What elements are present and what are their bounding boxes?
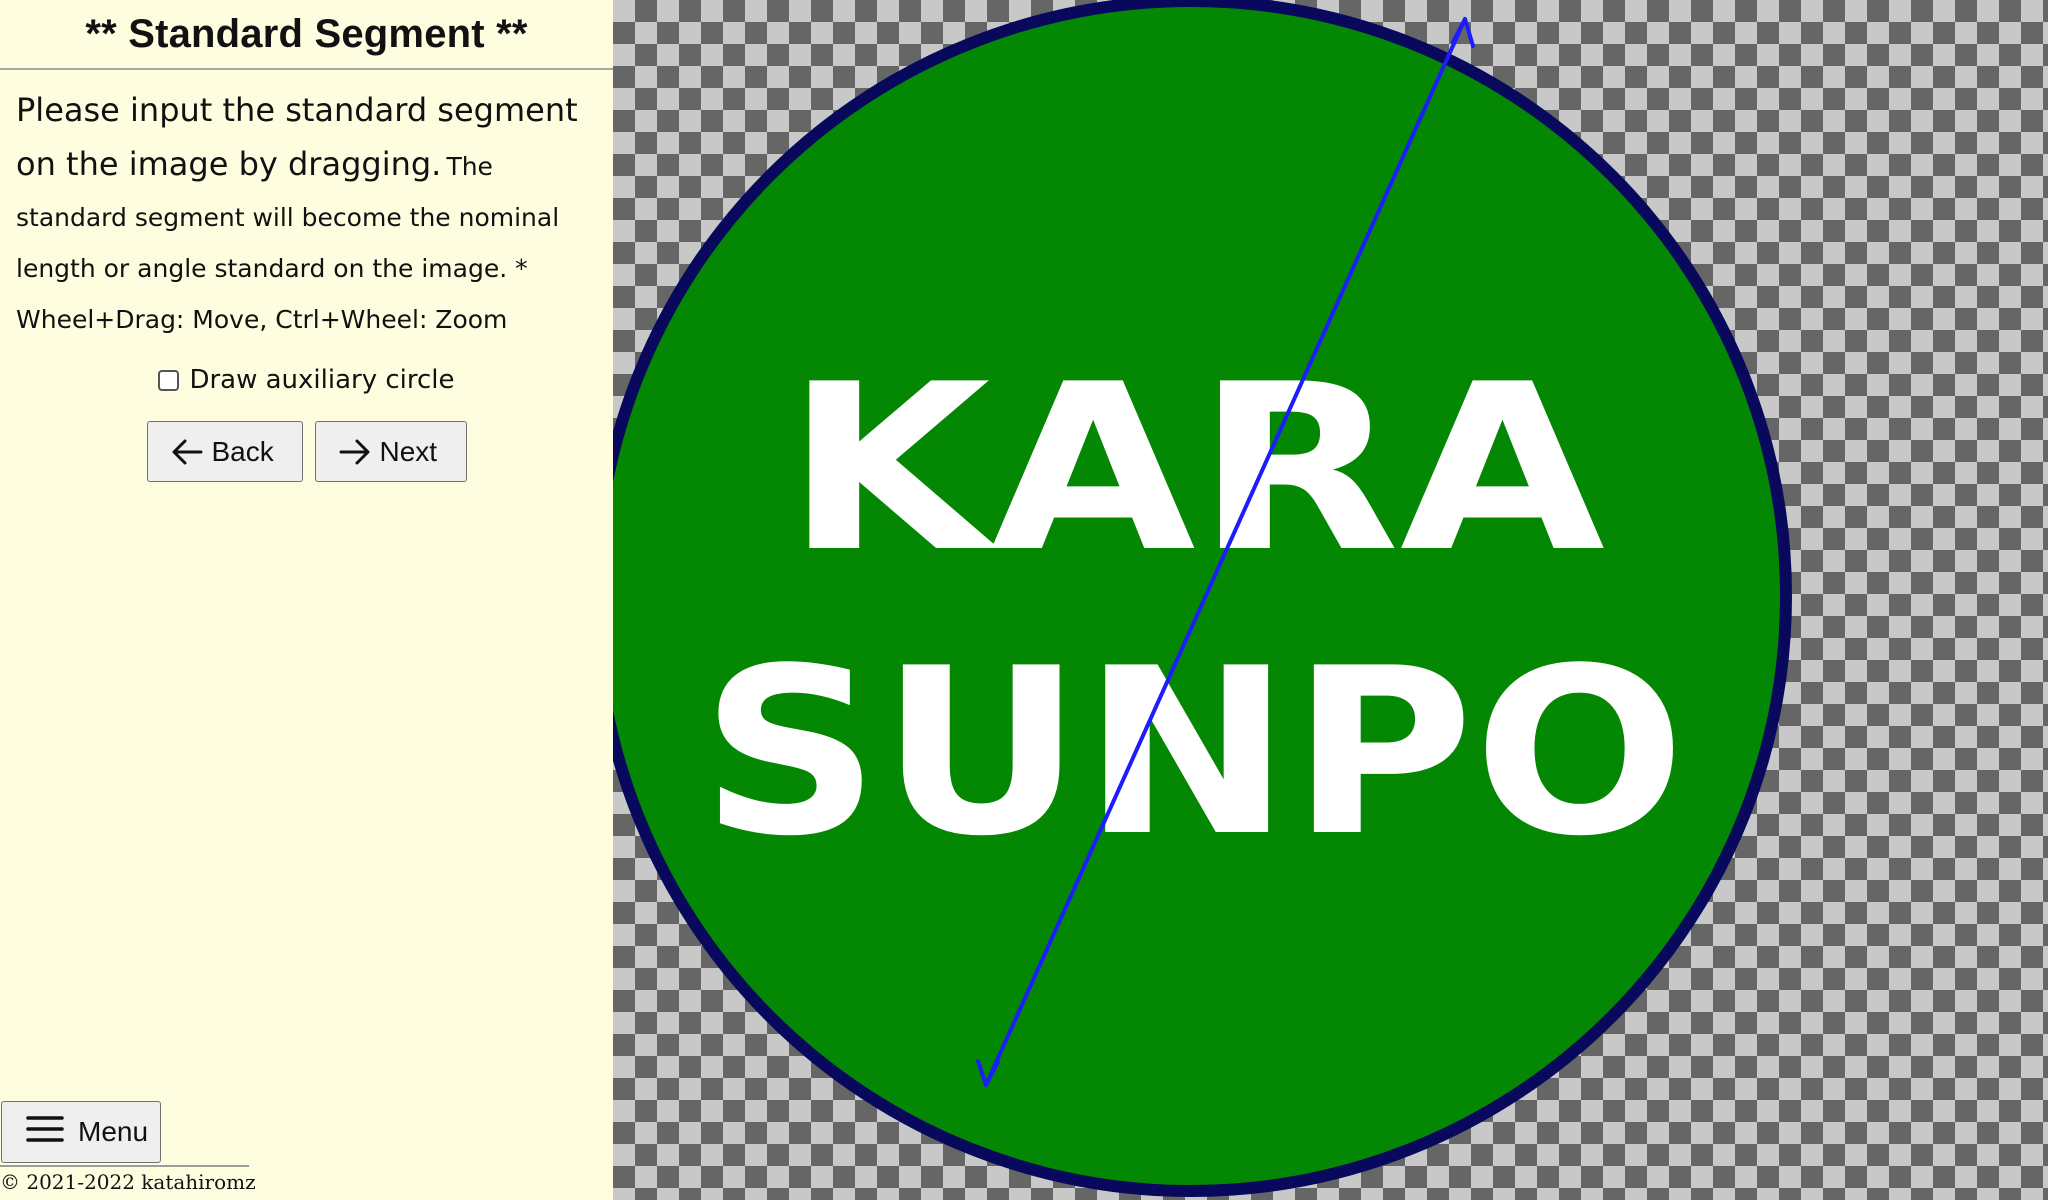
- auxiliary-circle-checkbox[interactable]: [158, 369, 180, 391]
- menu-button-label: Menu: [78, 1116, 149, 1147]
- segment-start-arrow-icon: [976, 1059, 1000, 1087]
- image-canvas[interactable]: KARA SUNPO: [613, 0, 2048, 1200]
- auxiliary-circle-label: Draw auxiliary circle: [189, 365, 455, 395]
- standard-segment-line[interactable]: [984, 17, 1467, 1087]
- footer-divider: [0, 1165, 249, 1167]
- auxiliary-circle-option[interactable]: Draw auxiliary circle: [0, 365, 613, 395]
- menu-button[interactable]: Menu: [1, 1101, 161, 1163]
- back-button-label: Back: [211, 435, 274, 467]
- instruction-main-text: Please input the standard segment on the…: [16, 91, 578, 183]
- arrow-right-icon: [338, 437, 372, 467]
- standard-segment-overlay[interactable]: [613, 0, 2048, 1200]
- next-button-label: Next: [379, 435, 438, 467]
- hamburger-icon: [26, 1114, 64, 1151]
- copyright-text: © 2021-2022 katahiromz: [0, 1170, 256, 1194]
- instructions: Please input the standard segment on the…: [16, 86, 601, 347]
- arrow-left-icon: [170, 437, 204, 467]
- standard-segment-window: ** Standard Segment ** Please input the …: [0, 0, 2048, 1200]
- sidebar-panel: ** Standard Segment ** Please input the …: [0, 0, 613, 1200]
- page-title: ** Standard Segment **: [0, 0, 613, 70]
- next-button[interactable]: Next: [314, 421, 467, 482]
- navigation-buttons: Back Next: [0, 421, 613, 482]
- back-button[interactable]: Back: [146, 421, 303, 482]
